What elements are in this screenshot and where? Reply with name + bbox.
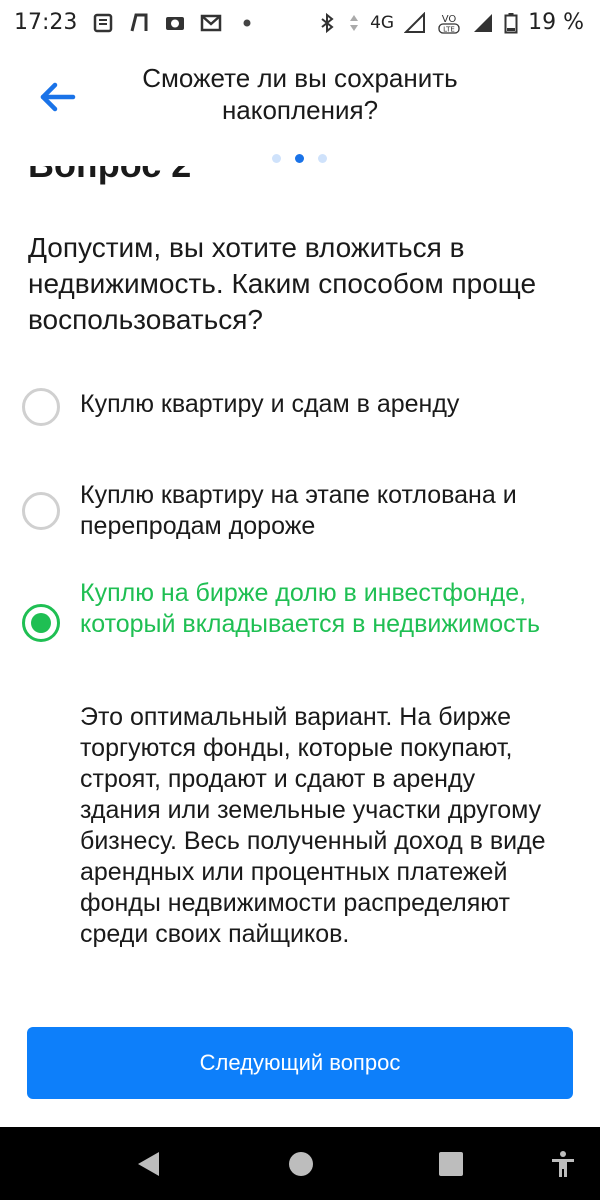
nav-recents-icon[interactable] bbox=[436, 1149, 466, 1179]
message-icon bbox=[130, 13, 148, 32]
answer-option-1[interactable]: Куплю квартиру и сдам в аренду bbox=[22, 386, 582, 426]
svg-text:LTE: LTE bbox=[443, 25, 455, 33]
radio-button[interactable] bbox=[22, 492, 60, 530]
accessibility-icon[interactable] bbox=[548, 1149, 578, 1179]
status-time: 17:23 bbox=[14, 10, 78, 35]
notification-icon bbox=[93, 13, 113, 33]
radio-button-checked[interactable] bbox=[22, 604, 60, 642]
navigation-bar bbox=[0, 1127, 600, 1200]
pager-dot bbox=[318, 154, 327, 163]
answer-option-label: Куплю квартиру на этапе котлована и пере… bbox=[80, 481, 517, 540]
answer-option-3[interactable]: Куплю на бирже долю в инвестфонде, котор… bbox=[22, 578, 582, 642]
nav-home-icon[interactable] bbox=[286, 1149, 316, 1179]
mail-icon bbox=[200, 14, 222, 32]
signal-icon-2 bbox=[474, 13, 493, 32]
answer-option-2[interactable]: Куплю квартиру на этапе котлована и пере… bbox=[22, 480, 582, 542]
status-bar: 17:23 4G VO LTE 19 % bbox=[0, 0, 600, 48]
header: Сможете ли вы сохранить накопления? bbox=[0, 48, 600, 148]
battery-percent: 19 % bbox=[528, 10, 584, 35]
signal-icon bbox=[404, 11, 426, 33]
battery-icon bbox=[504, 12, 518, 33]
volte-icon: VOLTE bbox=[438, 14, 460, 34]
camera-icon bbox=[166, 17, 184, 30]
page-title: Сможете ли вы сохранить накопления? bbox=[142, 63, 458, 125]
arrow-left-icon bbox=[40, 82, 76, 112]
next-question-button[interactable]: Следующий вопрос bbox=[27, 1027, 573, 1099]
pager-dot-active bbox=[295, 154, 304, 163]
pager-dot bbox=[272, 154, 281, 163]
status-left-icons bbox=[92, 12, 258, 34]
status-right-icons: 4G VO LTE 19 % bbox=[316, 10, 584, 35]
pager-dots bbox=[272, 154, 327, 163]
nav-back-icon[interactable] bbox=[134, 1149, 164, 1179]
question-label-clip: Вопрос 2 bbox=[0, 166, 600, 186]
bluetooth-icon bbox=[321, 12, 334, 33]
dot-icon bbox=[243, 19, 251, 27]
back-button[interactable] bbox=[32, 74, 82, 120]
radio-button[interactable] bbox=[22, 388, 60, 426]
answer-explanation: Это оптимальный вариант. На бирже торгую… bbox=[80, 703, 546, 948]
network-type: 4G bbox=[370, 12, 395, 33]
answer-option-label: Куплю квартиру и сдам в аренду bbox=[80, 390, 460, 418]
data-arrows-icon bbox=[350, 14, 359, 31]
question-text: Допустим, вы хотите вложиться в недвижим… bbox=[28, 232, 537, 335]
question-label: Вопрос 2 bbox=[28, 166, 191, 186]
answer-option-label: Куплю на бирже долю в инвестфонде, котор… bbox=[80, 579, 541, 638]
